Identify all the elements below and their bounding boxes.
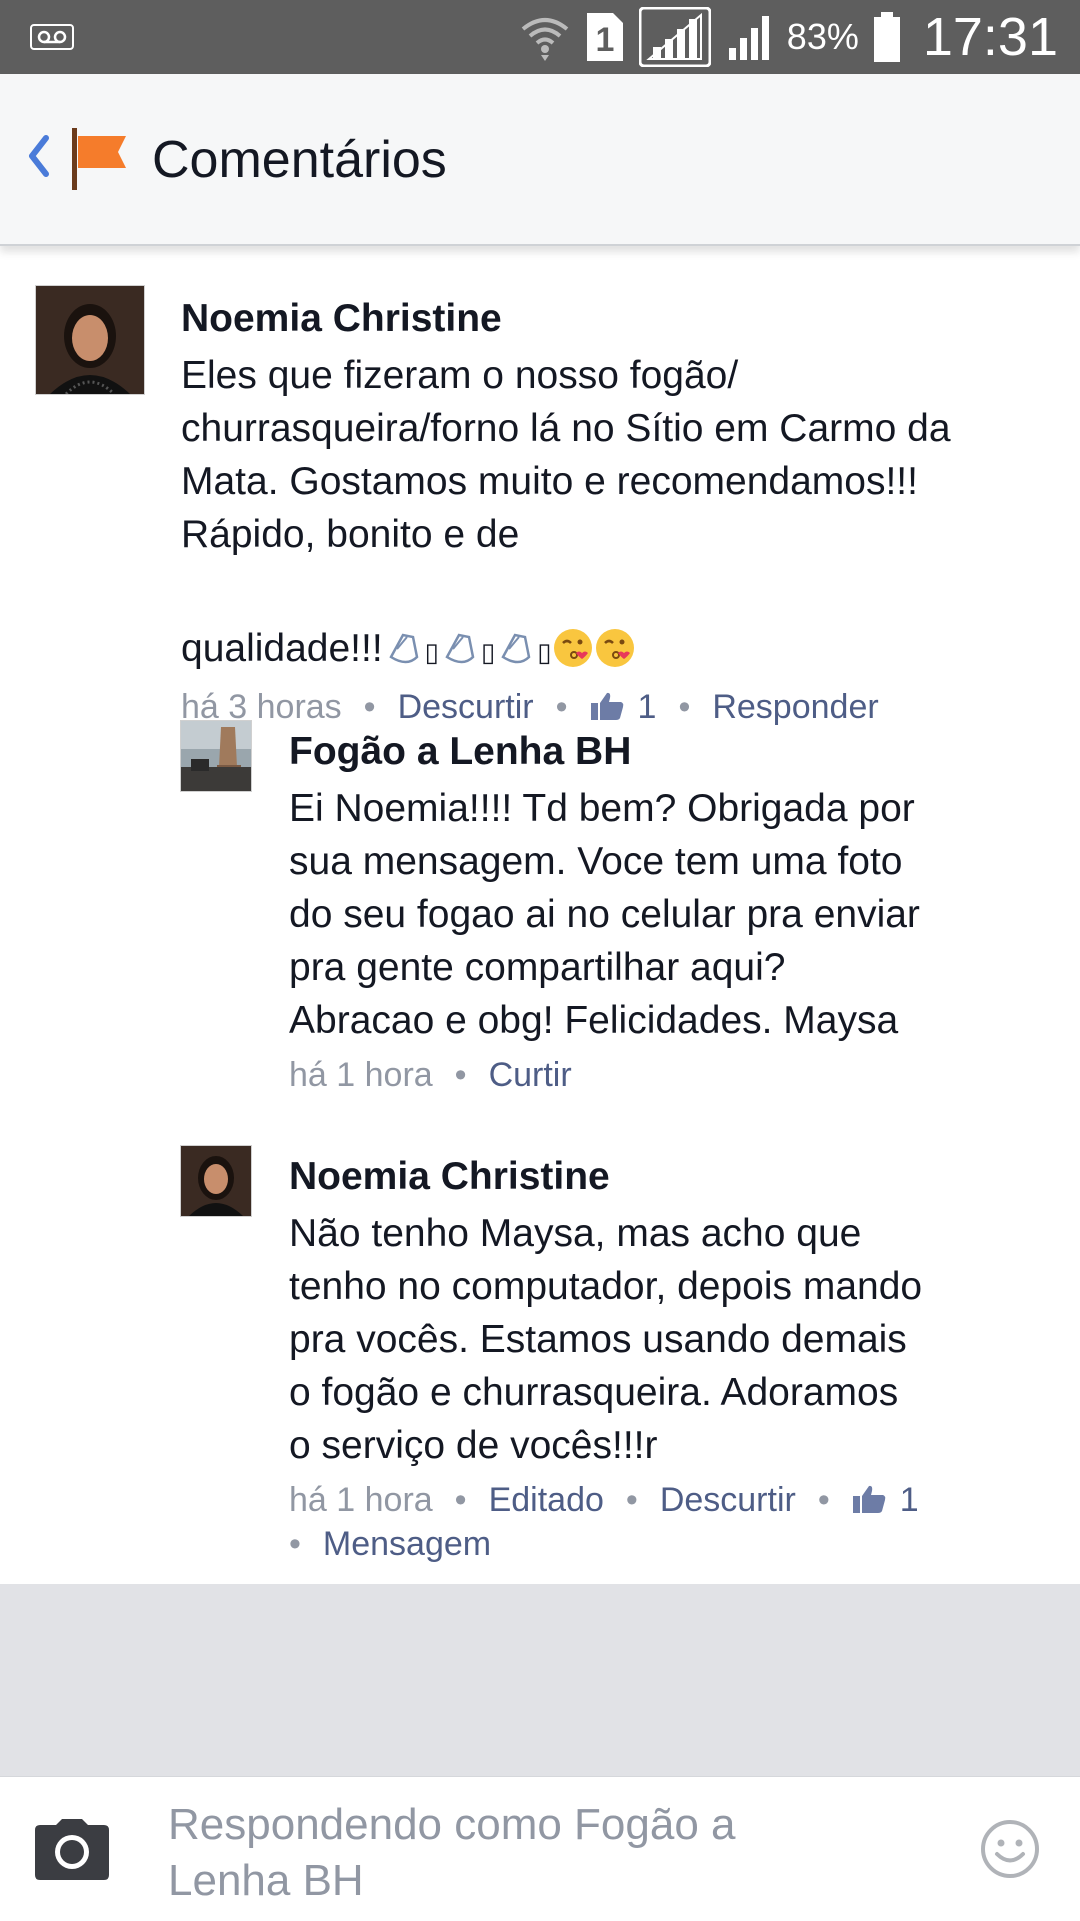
message-button[interactable]: Mensagem [323, 1525, 491, 1563]
comment-text-tail: qualidade!!! ▯ ▯ ▯ [181, 569, 1041, 679]
svg-text:1: 1 [595, 21, 614, 59]
kissing-face-icon [595, 629, 634, 667]
avatar[interactable] [180, 1145, 252, 1217]
reply-composer: Respondendo como Fogão a Lenha BH [0, 1776, 1080, 1921]
avatar[interactable] [35, 285, 145, 395]
comment-text: Não tenho Maysa, mas acho que tenho no c… [289, 1212, 923, 1467]
flag-icon [72, 128, 126, 190]
wifi-icon [521, 18, 569, 61]
status-bar: 1 83% 17:31 [0, 0, 1080, 74]
status-time: 17:31 [922, 7, 1058, 67]
thumbs-up-icon [852, 1485, 885, 1513]
battery-icon [873, 12, 900, 62]
separator-dot: • [454, 1481, 467, 1519]
voicemail-icon [30, 24, 74, 50]
like-count: 1 [637, 688, 657, 726]
empty-area [0, 1584, 1080, 1776]
camera-icon[interactable] [34, 1817, 110, 1881]
edited-link[interactable]: Editado [489, 1481, 604, 1519]
reply-button[interactable]: Responder [712, 688, 878, 726]
separator-dot: • [817, 1481, 830, 1519]
unlike-button[interactable]: Descurtir [660, 1481, 796, 1519]
comment-author[interactable]: Fogão a Lenha BH [289, 728, 1029, 776]
kissing-face-icon [553, 629, 592, 667]
comment-text: Eles que fizeram o nosso fogão/ churrasq… [181, 354, 951, 556]
smiley-icon[interactable] [980, 1819, 1040, 1879]
like-count: 1 [899, 1481, 919, 1519]
comment-meta: há 1 hora • Curtir [289, 1053, 1029, 1097]
separator-dot: • [289, 1525, 301, 1563]
separator-dot: • [678, 688, 691, 726]
separator-dot: • [363, 688, 376, 726]
comment-text: Ei Noemia!!!! Td bem? Obrigada por sua m… [289, 787, 920, 1042]
separator-dot: • [454, 1056, 467, 1094]
comment-author[interactable]: Noemia Christine [181, 295, 1041, 343]
chevron-left-icon[interactable] [26, 134, 52, 178]
comment-time: há 1 hora [289, 1056, 433, 1094]
clapping-hands-icon [389, 633, 419, 664]
signal-icon [638, 7, 711, 67]
header-bar: Comentários [0, 74, 1080, 246]
comment-time: há 1 hora [289, 1481, 433, 1519]
comment-meta-line-2: • Mensagem [289, 1522, 1049, 1566]
battery-percent: 83% [786, 16, 859, 57]
like-count-button[interactable]: 1 [852, 1481, 919, 1519]
comment-meta: há 3 horas • Descurtir • 1 • Responder [181, 685, 1041, 729]
sim-1-icon: 1 [586, 13, 623, 61]
clapping-hands-icon [445, 633, 475, 664]
comment-meta: há 1 hora • Editado • Descurtir • 1 [289, 1478, 1049, 1522]
page-title: Comentários [152, 131, 447, 189]
clapping-hands-icon [501, 633, 531, 664]
comment-text-end: qualidade!!! [181, 627, 383, 670]
separator-dot: • [555, 688, 568, 726]
separator-dot: • [625, 1481, 638, 1519]
signal-2-icon [728, 16, 769, 60]
avatar[interactable] [180, 720, 252, 792]
thumbs-up-icon [590, 692, 623, 720]
like-count-button[interactable]: 1 [590, 688, 657, 726]
like-button[interactable]: Curtir [489, 1056, 572, 1094]
comment-input[interactable]: Respondendo como Fogão a Lenha BH [168, 1797, 788, 1909]
unlike-button[interactable]: Descurtir [398, 688, 534, 726]
comment-author[interactable]: Noemia Christine [289, 1153, 1049, 1201]
